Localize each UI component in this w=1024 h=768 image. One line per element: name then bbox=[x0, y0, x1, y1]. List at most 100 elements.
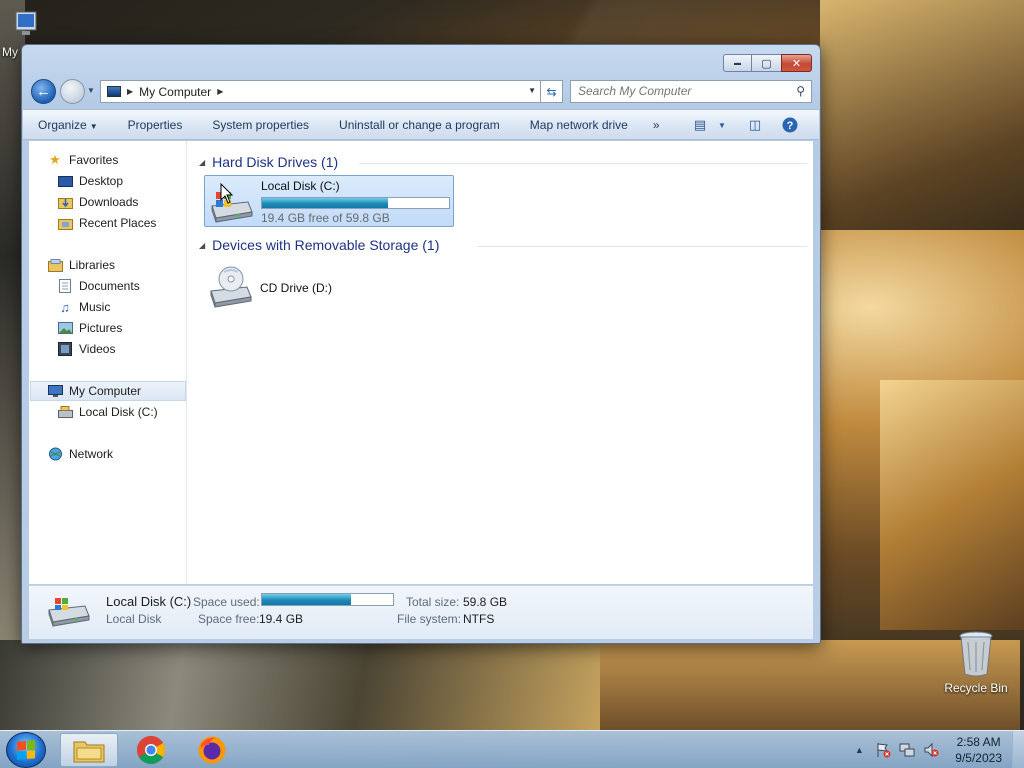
start-button[interactable] bbox=[6, 732, 46, 768]
clock-date: 9/5/2023 bbox=[955, 751, 1002, 765]
explorer-window[interactable]: ▬ ▢ ✕ ← ▼ ▶ My Computer ▶ ▼ ⇆ ⚲ Organize… bbox=[21, 44, 821, 644]
documents-icon bbox=[57, 279, 73, 293]
arrow-left-icon: ← bbox=[36, 83, 51, 100]
desktop-wallpaper-bottom-left bbox=[0, 640, 600, 730]
group-divider bbox=[359, 163, 807, 164]
folder-icon bbox=[73, 741, 105, 763]
clock-time: 2:58 AM bbox=[956, 735, 1001, 749]
nav-downloads[interactable]: Downloads bbox=[57, 192, 185, 212]
nav-my-computer[interactable]: My Computer bbox=[30, 381, 186, 401]
breadcrumb-my-computer[interactable]: My Computer bbox=[139, 85, 211, 99]
taskbar-firefox[interactable] bbox=[183, 733, 241, 767]
chevron-right-icon[interactable]: ▶ bbox=[217, 87, 223, 96]
downloads-folder-icon bbox=[57, 195, 73, 209]
recycle-bin-icon bbox=[959, 631, 993, 677]
group-title: Devices with Removable Storage (1) bbox=[212, 237, 440, 253]
computer-icon bbox=[107, 86, 121, 97]
details-name: Local Disk (C:) bbox=[106, 594, 192, 609]
nav-favorites[interactable]: ★ Favorites bbox=[47, 150, 185, 170]
space-used-label: Space used: bbox=[193, 595, 260, 609]
forward-button[interactable] bbox=[60, 79, 85, 104]
nav-libraries[interactable]: Libraries bbox=[47, 255, 185, 275]
details-usage-bar bbox=[261, 593, 394, 606]
back-button[interactable]: ← bbox=[31, 79, 56, 104]
address-bar[interactable]: ▶ My Computer ▶ ▼ bbox=[100, 80, 563, 103]
drive-name: Local Disk (C:) bbox=[261, 179, 340, 193]
close-button[interactable]: ✕ bbox=[781, 54, 812, 72]
taskbar-explorer[interactable] bbox=[60, 733, 118, 767]
uninstall-program-button[interactable]: Uninstall or change a program bbox=[324, 118, 515, 132]
nav-local-disk-c[interactable]: Local Disk (C:) bbox=[57, 402, 185, 422]
content-area: ◢ Hard Disk Drives (1) Local Disk (C:) 1… bbox=[189, 141, 813, 584]
drive-free-space: 19.4 GB free of 59.8 GB bbox=[261, 211, 390, 225]
group-header-removable[interactable]: ◢ Devices with Removable Storage (1) bbox=[199, 237, 439, 253]
action-center-flag-icon[interactable] bbox=[873, 741, 893, 759]
properties-button[interactable]: Properties bbox=[113, 118, 198, 132]
drive-name: CD Drive (D:) bbox=[260, 281, 332, 295]
network-icon bbox=[47, 447, 63, 461]
organize-label: Organize bbox=[38, 117, 87, 132]
nav-label: Documents bbox=[79, 279, 140, 293]
recent-places-icon bbox=[57, 216, 73, 230]
videos-icon bbox=[57, 342, 73, 356]
view-options-icon[interactable]: ▤ bbox=[691, 117, 709, 133]
chevron-right-icon[interactable]: ▶ bbox=[127, 87, 133, 96]
refresh-button[interactable]: ⇆ bbox=[540, 80, 563, 103]
libraries-icon bbox=[47, 258, 63, 272]
navigation-pane: ★ Favorites Desktop Downloads Recent Plac… bbox=[29, 141, 187, 584]
nav-label: Music bbox=[79, 300, 111, 314]
space-free-label: Space free: bbox=[198, 612, 260, 626]
svg-text:?: ? bbox=[787, 120, 794, 132]
nav-recent-places[interactable]: Recent Places bbox=[57, 213, 185, 233]
desktop-icon-recycle-bin[interactable]: Recycle Bin bbox=[940, 630, 1012, 695]
desktop-icon bbox=[57, 174, 73, 188]
chevron-down-icon[interactable]: ▼ bbox=[713, 117, 731, 133]
preview-pane-icon[interactable]: ◫ bbox=[746, 117, 764, 133]
nav-desktop[interactable]: Desktop bbox=[57, 171, 185, 191]
nav-network[interactable]: Network bbox=[47, 444, 185, 464]
address-history-dropdown[interactable]: ▼ bbox=[528, 86, 536, 95]
system-clock[interactable]: 2:58 AM 9/5/2023 bbox=[955, 734, 1002, 766]
search-icon[interactable]: ⚲ bbox=[796, 84, 805, 98]
pictures-icon bbox=[57, 321, 73, 335]
collapse-triangle-icon[interactable]: ◢ bbox=[199, 241, 205, 250]
organize-menu[interactable]: Organize ▼ bbox=[23, 118, 113, 132]
recent-pages-dropdown[interactable]: ▼ bbox=[87, 86, 95, 95]
volume-muted-icon[interactable] bbox=[921, 741, 941, 759]
minimize-icon: ▬ bbox=[734, 59, 741, 67]
nav-pictures[interactable]: Pictures bbox=[57, 318, 185, 338]
nav-videos[interactable]: Videos bbox=[57, 339, 185, 359]
desktop-icon-label: Recycle Bin bbox=[944, 681, 1008, 695]
help-icon[interactable]: ? bbox=[781, 117, 799, 133]
maximize-button[interactable]: ▢ bbox=[752, 54, 781, 72]
network-status-icon[interactable] bbox=[897, 741, 917, 759]
show-hidden-icons-icon[interactable]: ▲ bbox=[849, 741, 869, 759]
taskbar-chrome[interactable] bbox=[122, 733, 180, 767]
computer-icon bbox=[47, 384, 63, 398]
hard-drive-icon bbox=[57, 405, 73, 419]
nav-label: Network bbox=[69, 447, 114, 461]
maximize-icon: ▢ bbox=[761, 57, 772, 70]
close-icon: ✕ bbox=[791, 57, 802, 70]
drive-usage-fill bbox=[262, 198, 389, 208]
minimize-button[interactable]: ▬ bbox=[723, 54, 752, 72]
show-desktop-button[interactable] bbox=[1012, 731, 1024, 768]
chevron-down-icon: ▼ bbox=[89, 121, 98, 131]
search-input[interactable] bbox=[578, 81, 788, 101]
system-properties-button[interactable]: System properties bbox=[197, 118, 324, 132]
search-box[interactable]: ⚲ bbox=[570, 80, 812, 103]
drive-usage-bar bbox=[261, 197, 450, 209]
more-commands-button[interactable]: » bbox=[643, 118, 670, 132]
group-header-hard-disks[interactable]: ◢ Hard Disk Drives (1) bbox=[199, 154, 338, 170]
nav-documents[interactable]: Documents bbox=[57, 276, 185, 296]
map-network-drive-button[interactable]: Map network drive bbox=[515, 118, 643, 132]
hard-drive-icon bbox=[48, 598, 90, 627]
drive-tile-cd-drive-d[interactable]: CD Drive (D:) bbox=[204, 261, 354, 311]
collapse-triangle-icon[interactable]: ◢ bbox=[199, 158, 205, 167]
cd-drive-icon bbox=[210, 266, 252, 308]
desktop-wallpaper-right bbox=[880, 380, 1024, 630]
taskbar: ▲ 2:58 AM 9/5/2023 bbox=[0, 730, 1024, 768]
nav-music[interactable]: ♫ Music bbox=[57, 297, 185, 317]
nav-label: Pictures bbox=[79, 321, 123, 335]
drive-tile-local-disk-c[interactable]: Local Disk (C:) 19.4 GB free of 59.8 GB bbox=[204, 175, 454, 227]
